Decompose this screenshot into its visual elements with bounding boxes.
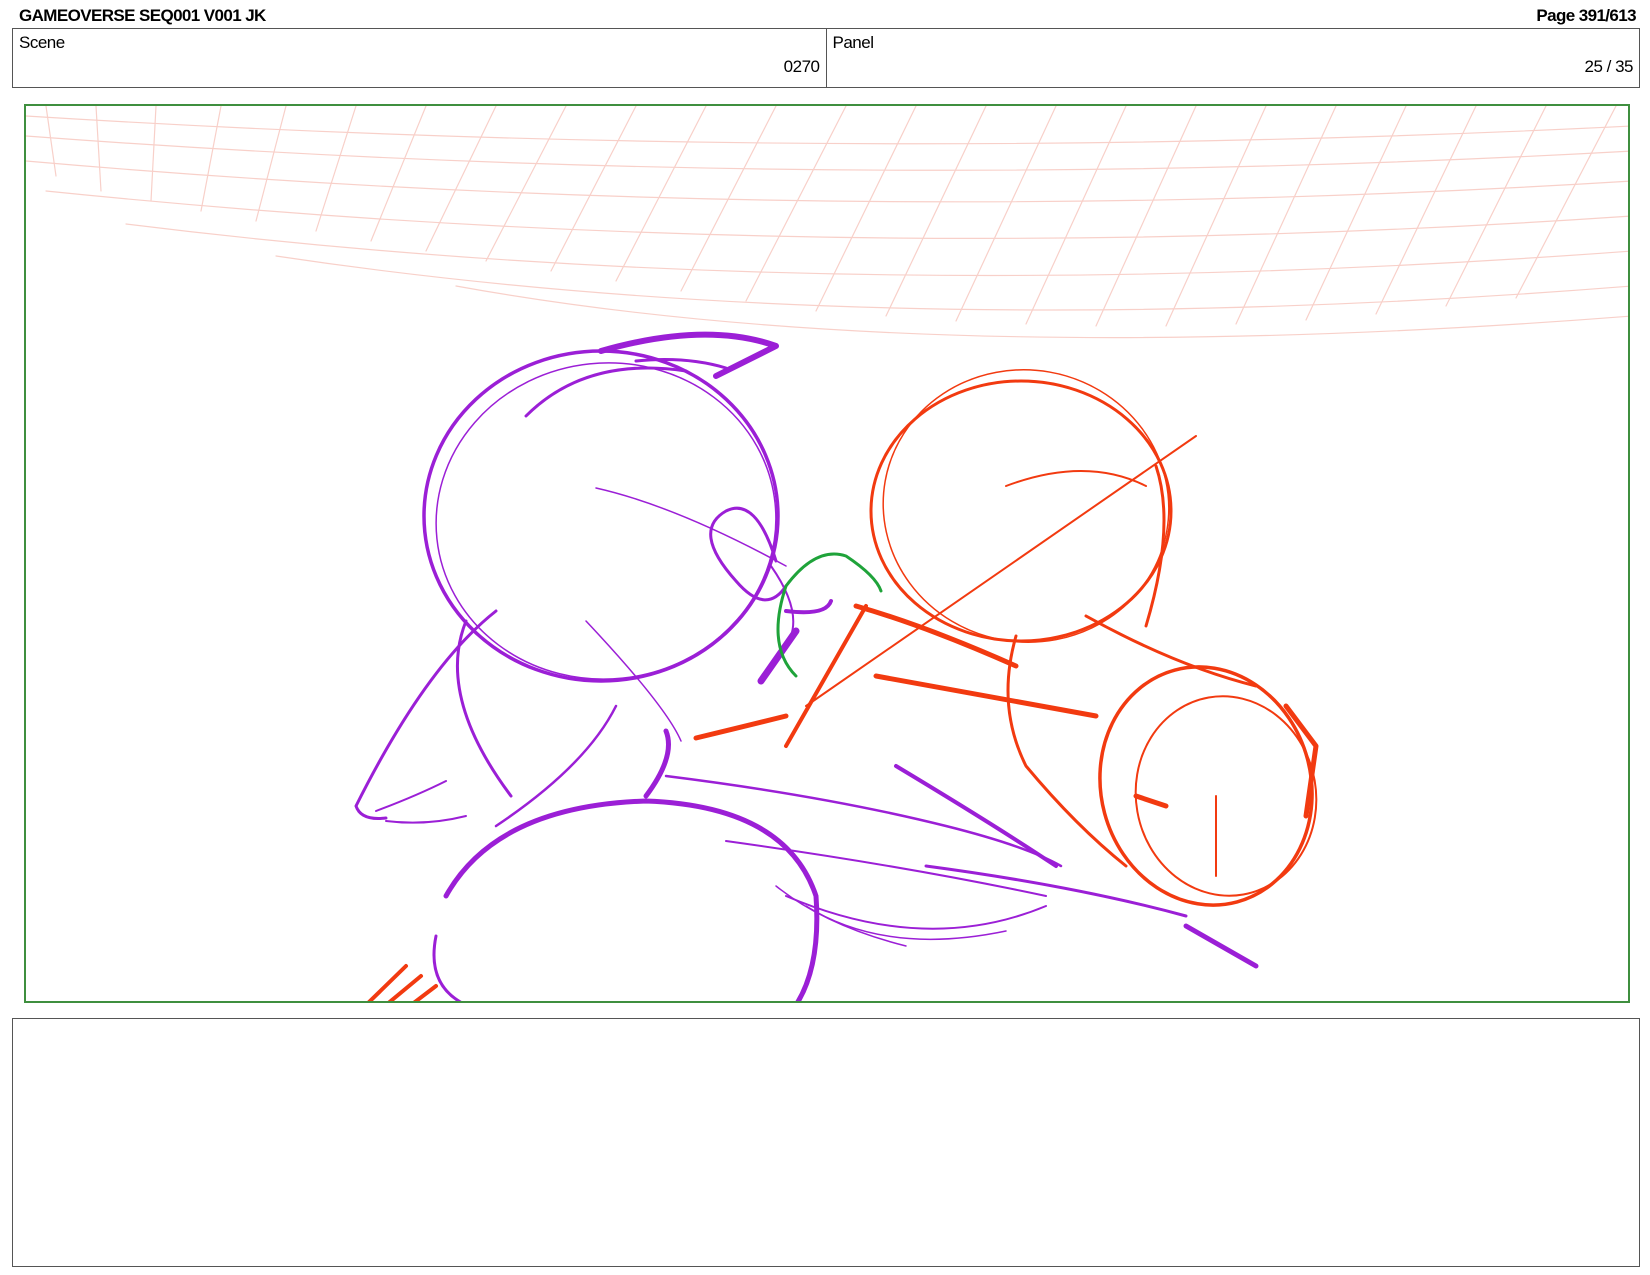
page-number: Page 391/613 [1536, 6, 1636, 25]
panel-number: 25 / 35 [1584, 57, 1634, 76]
scene-number: 0270 [783, 57, 820, 76]
storyboard-panel [24, 104, 1630, 1003]
panel-label: Panel [832, 33, 874, 52]
panel-notes-box[interactable] [12, 1018, 1640, 1267]
panel-cell: Panel 25 / 35 [825, 29, 1640, 87]
perspective-grid [26, 106, 1628, 339]
scene-cell: Scene 0270 [13, 29, 826, 87]
scene-panel-info: Scene 0270 Panel 25 / 35 [12, 28, 1640, 88]
purple-character-sketch [354, 331, 1259, 1001]
storyboard-sketch [26, 106, 1628, 1001]
red-character-sketch [367, 369, 1319, 1001]
scene-label: Scene [19, 33, 65, 52]
document-title: GAMEOVERSE SEQ001 V001 JK [19, 6, 266, 25]
